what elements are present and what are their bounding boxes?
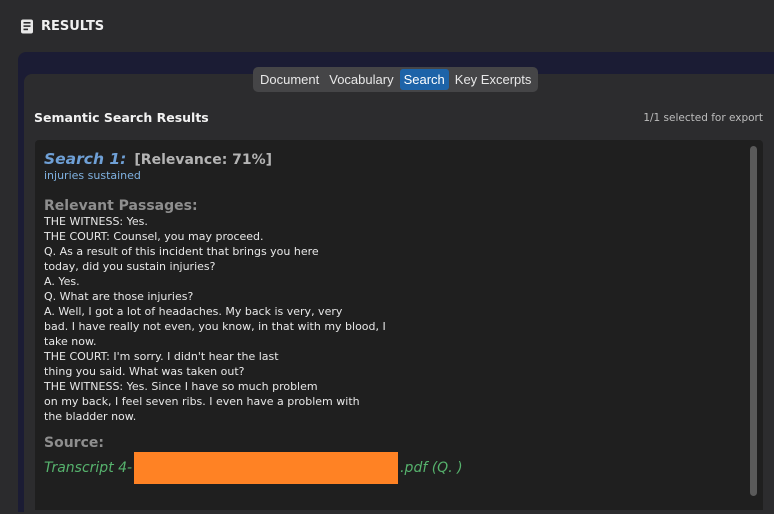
tab-vocabulary[interactable]: Vocabulary <box>325 69 397 90</box>
source-suffix: .pdf (Q. ) <box>400 460 463 476</box>
header-title: RESULTS <box>41 19 105 34</box>
results-header: RESULTS <box>20 19 104 34</box>
search-query: injuries sustained <box>44 169 141 182</box>
search-result-header: Search 1: [Relevance: 71%] <box>44 150 744 168</box>
search-results-pane[interactable]: Search 1: [Relevance: 71%] injuries sust… <box>35 140 763 510</box>
passage-line: A. Well, I got a lot of headaches. My ba… <box>44 305 343 318</box>
tab-search[interactable]: Search <box>399 69 449 90</box>
source-link[interactable]: Transcript 4- .pdf (Q. ) <box>44 452 744 484</box>
passages-text: THE WITNESS: Yes. THE COURT: Counsel, yo… <box>44 214 744 424</box>
passages-heading: Relevant Passages: <box>44 198 198 214</box>
export-status: 1/1 selected for export <box>643 112 763 124</box>
section-title: Semantic Search Results <box>34 110 209 125</box>
passage-line: A. Yes. <box>44 275 80 288</box>
passage-line: take now. <box>44 335 97 348</box>
source-prefix: Transcript 4- <box>44 460 133 476</box>
tab-document[interactable]: Document <box>256 69 323 90</box>
relevance-score: [Relevance: 71%] <box>134 152 273 168</box>
tab-key-excerpts[interactable]: Key Excerpts <box>451 69 536 90</box>
source-heading: Source: <box>44 435 104 451</box>
search-label: Search 1: <box>44 150 127 168</box>
search-result: Search 1: [Relevance: 71%] injuries sust… <box>44 150 744 484</box>
passage-line: Q. As a result of this incident that bri… <box>44 245 319 258</box>
passage-line: THE WITNESS: Yes. Since I have so much p… <box>44 380 318 393</box>
document-list-icon <box>20 19 34 34</box>
passage-line: THE COURT: I'm sorry. I didn't hear the … <box>44 350 279 363</box>
results-scrollbar[interactable] <box>750 146 757 496</box>
redaction-block <box>134 452 399 484</box>
passage-line: on my back, I feel seven ribs. I even ha… <box>44 395 360 408</box>
passage-line: THE WITNESS: Yes. <box>44 215 148 228</box>
passage-line: today, did you sustain injuries? <box>44 260 216 273</box>
passage-line: THE COURT: Counsel, you may proceed. <box>44 230 264 243</box>
view-tabs: Document Vocabulary Search Key Excerpts <box>253 67 539 92</box>
passage-line: Q. What are those injuries? <box>44 290 194 303</box>
passage-line: thing you said. What was taken out? <box>44 365 245 378</box>
passage-line: the bladder now. <box>44 410 137 423</box>
passage-line: bad. I have really not even, you know, i… <box>44 320 386 333</box>
